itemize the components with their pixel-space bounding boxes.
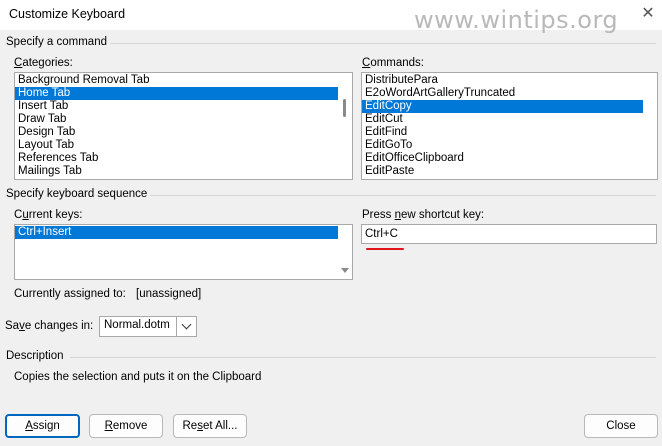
categories-label: Categories: bbox=[14, 57, 73, 69]
command-item[interactable]: EditFind bbox=[362, 126, 643, 139]
commands-listbox[interactable]: DistributePara E2oWordArtGalleryTruncated… bbox=[361, 72, 658, 180]
description-text: Copies the selection and puts it on the … bbox=[14, 371, 262, 383]
command-group-divider bbox=[110, 43, 656, 44]
category-item[interactable]: Background Removal Tab bbox=[15, 74, 338, 87]
command-group-title: Specify a command bbox=[6, 36, 107, 48]
categories-scrollbar[interactable] bbox=[338, 73, 352, 179]
command-item[interactable]: DistributePara bbox=[362, 74, 643, 87]
keyboard-group-title: Specify keyboard sequence bbox=[6, 188, 148, 200]
assign-button-rest: ssign bbox=[32, 420, 60, 432]
window-title: Customize Keyboard bbox=[9, 7, 126, 21]
scroll-down-arrow-icon[interactable] bbox=[341, 268, 349, 273]
commands-label-rest: ommands: bbox=[370, 57, 424, 69]
save-changes-label: Save changes in: bbox=[5, 320, 93, 332]
save-changes-label-rest: e changes in: bbox=[24, 320, 94, 332]
command-item[interactable]: EditOfficeClipboard bbox=[362, 152, 643, 165]
new-shortcut-label-pre: Press bbox=[362, 209, 395, 221]
reset-button-rest: et All... bbox=[202, 420, 238, 432]
reset-button-pre: Re bbox=[182, 420, 198, 432]
assign-button-key: A bbox=[25, 420, 33, 432]
category-item[interactable]: Design Tab bbox=[15, 126, 338, 139]
assign-button[interactable]: Assign bbox=[5, 414, 80, 438]
remove-button-rest: emove bbox=[112, 420, 148, 432]
category-item[interactable]: Layout Tab bbox=[15, 139, 338, 152]
save-changes-dropdown[interactable]: Normal.dotm bbox=[99, 316, 197, 337]
current-keys-label-rest: rrent keys: bbox=[28, 209, 83, 221]
remove-button-key: R bbox=[104, 420, 113, 432]
chevron-down-icon bbox=[181, 319, 192, 330]
categories-scroll-thumb[interactable] bbox=[343, 99, 346, 117]
new-shortcut-label-rest: ew shortcut key: bbox=[401, 209, 485, 221]
dropdown-button[interactable] bbox=[176, 317, 196, 336]
current-keys-listbox[interactable]: Ctrl+Insert bbox=[14, 224, 353, 280]
current-keys-scrollbar[interactable] bbox=[338, 225, 352, 279]
close-button[interactable]: Close bbox=[584, 414, 658, 438]
currently-assigned-label: Currently assigned to: bbox=[14, 288, 126, 300]
current-key-item[interactable]: Ctrl+Insert bbox=[15, 226, 338, 239]
new-shortcut-label: Press new shortcut key: bbox=[362, 209, 484, 221]
new-shortcut-input[interactable]: Ctrl+C bbox=[361, 224, 657, 244]
currently-assigned-value: [unassigned] bbox=[136, 288, 202, 300]
category-item[interactable]: Mailings Tab bbox=[15, 165, 338, 178]
commands-label: Commands: bbox=[362, 57, 424, 69]
category-item[interactable]: References Tab bbox=[15, 152, 338, 165]
category-item[interactable]: Draw Tab bbox=[15, 113, 338, 126]
command-item[interactable]: EditPaste bbox=[362, 165, 643, 178]
save-changes-value: Normal.dotm bbox=[104, 319, 170, 331]
keyboard-group-divider bbox=[150, 195, 656, 196]
watermark-text: www.wintips.org bbox=[414, 6, 619, 34]
command-item[interactable]: EditCut bbox=[362, 113, 643, 126]
command-item[interactable]: EditCopy bbox=[362, 100, 643, 113]
close-icon[interactable]: ✕ bbox=[636, 2, 660, 26]
categories-label-rest: ategories: bbox=[22, 57, 73, 69]
category-item[interactable]: Home Tab bbox=[15, 87, 338, 100]
command-item[interactable]: EditGoTo bbox=[362, 139, 643, 152]
description-group-divider bbox=[70, 357, 656, 358]
commands-scrollbar[interactable] bbox=[643, 73, 657, 179]
category-item[interactable]: Insert Tab bbox=[15, 100, 338, 113]
categories-listbox[interactable]: Background Removal Tab Home Tab Insert Tab… bbox=[14, 72, 353, 180]
highlight-underline bbox=[366, 248, 404, 250]
save-changes-label-pre: Sa bbox=[5, 320, 20, 332]
remove-button[interactable]: Remove bbox=[89, 414, 163, 438]
description-group-title: Description bbox=[6, 350, 64, 362]
reset-all-button[interactable]: Reset All... bbox=[173, 414, 247, 438]
current-keys-label: Current keys: bbox=[14, 209, 82, 221]
command-item[interactable]: E2oWordArtGalleryTruncated bbox=[362, 87, 643, 100]
